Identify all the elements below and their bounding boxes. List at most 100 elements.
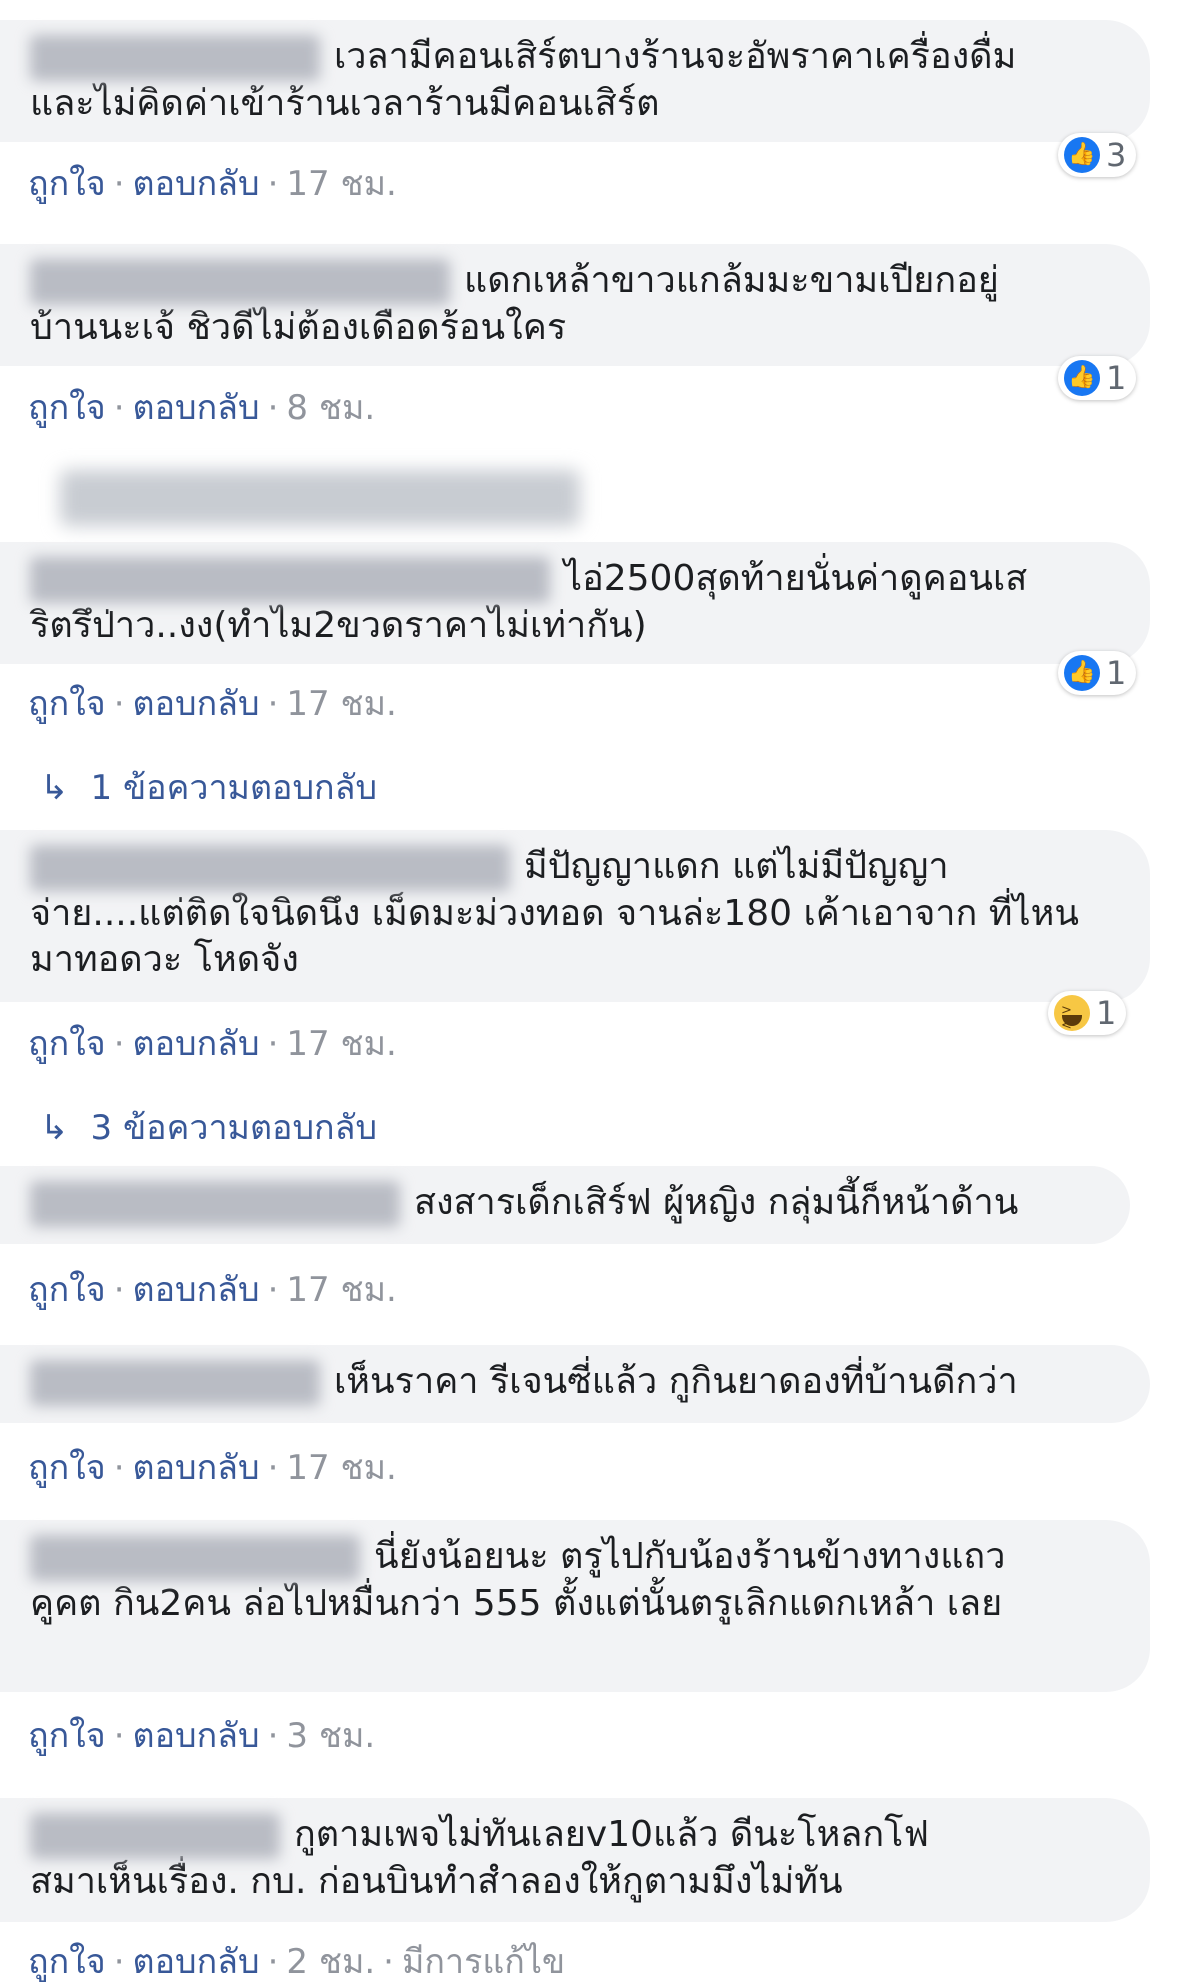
commenter-name-blurred[interactable] — [30, 1181, 400, 1227]
comment-actions: ถูกใจ · ตอบกลับ · 17 ชม. — [28, 1016, 397, 1070]
comment-text-line1: เวลามีคอนเสิร์ตบางร้านจะอัพราคาเครื่องดื… — [334, 36, 1017, 77]
comment-text: ริตรึป่าว..งง(ทำไม2ขวดราคาไม่เท่ากัน) — [30, 605, 647, 646]
comment-text-line1: แดกเหล้าขาวแกล้มมะขามเปียกอยู่ — [464, 260, 999, 301]
reply-link[interactable]: ตอบกลับ — [133, 164, 260, 204]
like-link[interactable]: ถูกใจ — [28, 1716, 106, 1756]
reaction-badge[interactable]: 👍 1 — [1058, 356, 1137, 400]
view-replies-link[interactable]: ↳ 1 ข้อความตอบกลับ — [40, 760, 377, 814]
like-link[interactable]: ถูกใจ — [28, 164, 106, 204]
thumbs-up-icon: 👍 — [1064, 655, 1100, 691]
separator: · — [267, 1270, 279, 1310]
reply-link[interactable]: ตอบกลับ — [133, 1716, 260, 1756]
comment-time[interactable]: 17 ชม. — [286, 1270, 396, 1310]
like-link[interactable]: ถูกใจ — [28, 1024, 106, 1064]
comment-text-line1: มีปัญญาแดก แต่ไม่มีปัญญา — [524, 846, 949, 887]
separator: · — [113, 388, 125, 428]
separator: · — [267, 1448, 279, 1488]
separator: · — [267, 388, 279, 428]
comment-time[interactable]: 8 ชม. — [286, 388, 375, 428]
comment-actions: ถูกใจ · ตอบกลับ · 8 ชม. — [28, 380, 375, 434]
separator: · — [113, 684, 125, 724]
like-link[interactable]: ถูกใจ — [28, 1942, 106, 1982]
view-replies-link[interactable]: ↳ 3 ข้อความตอบกลับ — [40, 1100, 377, 1154]
like-link[interactable]: ถูกใจ — [28, 1270, 106, 1310]
replies-count: 1 ข้อความตอบกลับ — [90, 768, 378, 808]
comment-actions: ถูกใจ · ตอบกลับ · 17 ชม. — [28, 1262, 397, 1316]
commenter-name-blurred[interactable] — [30, 845, 510, 891]
reply-link[interactable]: ตอบกลับ — [133, 1270, 260, 1310]
edited-label[interactable]: มีการแก้ไข — [402, 1942, 565, 1982]
reaction-badge[interactable]: 👍 3 — [1058, 133, 1137, 177]
separator: · — [113, 1024, 125, 1064]
comment-text-line1: สงสารเด็กเสิร์ฟ ผู้หญิง กลุ่มนี้ก็หน้าด้… — [414, 1182, 1019, 1223]
comment-actions: ถูกใจ · ตอบกลับ · 17 ชม. — [28, 156, 397, 210]
replies-count: 3 ข้อความตอบกลับ — [90, 1108, 378, 1148]
comment-bubble: มีปัญญาแดก แต่ไม่มีปัญญา จ่าย....แต่ติดใ… — [0, 830, 1150, 1002]
comment-time[interactable]: 17 ชม. — [286, 1024, 396, 1064]
comment-actions: ถูกใจ · ตอบกลับ · 2 ชม. · มีการแก้ไข — [28, 1934, 565, 1988]
reaction-count: 1 — [1106, 359, 1127, 397]
reply-arrow-icon: ↳ — [40, 1108, 69, 1148]
comment-time[interactable]: 17 ชม. — [286, 1448, 396, 1488]
comment-text: สมาเห็นเรื่อง. กบ. ก่อนบินทำสำลองให้กูตา… — [30, 1861, 843, 1902]
separator: · — [383, 1942, 394, 1982]
commenter-name-blurred[interactable] — [30, 1813, 280, 1859]
commenter-name-blurred[interactable] — [30, 259, 450, 305]
separator: · — [267, 1024, 279, 1064]
comment-text: และไม่คิดค่าเข้าร้านเวลาร้านมีคอนเสิร์ต — [30, 83, 660, 124]
comment-bubble: สงสารเด็กเสิร์ฟ ผู้หญิง กลุ่มนี้ก็หน้าด้… — [0, 1166, 1130, 1244]
comment-actions: ถูกใจ · ตอบกลับ · 3 ชม. — [28, 1708, 375, 1762]
reaction-count: 3 — [1106, 136, 1127, 174]
reply-link[interactable]: ตอบกลับ — [133, 1942, 260, 1982]
comment-bubble: เห็นราคา รีเจนซี่แล้ว กูกินยาดองที่บ้านด… — [0, 1345, 1150, 1423]
comment-time[interactable]: 2 ชม. — [286, 1942, 375, 1982]
commenter-name-blurred[interactable] — [30, 1535, 360, 1581]
blurred-text — [60, 470, 580, 526]
reply-link[interactable]: ตอบกลับ — [133, 1024, 260, 1064]
reply-link[interactable]: ตอบกลับ — [133, 1448, 260, 1488]
comment-text: บ้านนะเจ้ ชิวดีไม่ต้องเดือดร้อนใคร — [30, 307, 567, 348]
thumbs-up-icon: 👍 — [1064, 137, 1100, 173]
separator: · — [267, 1942, 279, 1982]
reaction-badge[interactable]: 👍 1 — [1058, 651, 1137, 695]
separator: · — [267, 1716, 279, 1756]
comment-bubble: เวลามีคอนเสิร์ตบางร้านจะอัพราคาเครื่องดื… — [0, 20, 1150, 142]
hidden-comment-blurred — [0, 470, 1200, 530]
reaction-count: 1 — [1096, 994, 1117, 1032]
comment-text: จ่าย....แต่ติดใจนิดนึง เม็ดมะม่วงทอด จาน… — [30, 893, 1079, 980]
separator: · — [113, 164, 125, 204]
comment-bubble: กูตามเพจไม่ทันเลยv10แล้ว ดีนะโหลกโฟ สมาเ… — [0, 1798, 1150, 1922]
haha-icon: >< — [1054, 995, 1090, 1031]
thumbs-up-icon: 👍 — [1064, 360, 1100, 396]
reply-link[interactable]: ตอบกลับ — [133, 388, 260, 428]
separator: · — [113, 1716, 125, 1756]
comment-text-line1: กูตามเพจไม่ทันเลยv10แล้ว ดีนะโหลกโฟ — [294, 1814, 929, 1855]
comment-actions: ถูกใจ · ตอบกลับ · 17 ชม. — [28, 1440, 397, 1494]
separator: · — [113, 1448, 125, 1488]
comment-text: คูคต กิน2คน ล่อไปหมื่นกว่า 555 ตั้งแต่นั… — [30, 1583, 1003, 1624]
comment-bubble: ไอ่2500สุดท้ายนั่นค่าดูคอนเส ริตรึป่าว..… — [0, 542, 1150, 664]
commenter-name-blurred[interactable] — [30, 557, 550, 603]
separator: · — [113, 1270, 125, 1310]
reply-link[interactable]: ตอบกลับ — [133, 684, 260, 724]
separator: · — [113, 1942, 125, 1982]
comment-bubble: แดกเหล้าขาวแกล้มมะขามเปียกอยู่ บ้านนะเจ้… — [0, 244, 1150, 366]
separator: · — [267, 684, 279, 724]
separator: · — [267, 164, 279, 204]
comment-text-line1: เห็นราคา รีเจนซี่แล้ว กูกินยาดองที่บ้านด… — [334, 1361, 1018, 1402]
comment-text-line1: นี่ยังน้อยนะ ตรูไปกับน้องร้านข้างทางแถว — [374, 1536, 1006, 1577]
comment-time[interactable]: 3 ชม. — [286, 1716, 375, 1756]
comment-text-line1: ไอ่2500สุดท้ายนั่นค่าดูคอนเส — [564, 558, 1028, 599]
commenter-name-blurred[interactable] — [30, 1360, 320, 1406]
reply-arrow-icon: ↳ — [40, 768, 69, 808]
reaction-count: 1 — [1106, 654, 1127, 692]
reaction-badge[interactable]: >< 1 — [1048, 991, 1127, 1035]
comment-time[interactable]: 17 ชม. — [286, 684, 396, 724]
comment-time[interactable]: 17 ชม. — [286, 164, 396, 204]
comment-actions: ถูกใจ · ตอบกลับ · 17 ชม. — [28, 676, 397, 730]
comment-bubble: นี่ยังน้อยนะ ตรูไปกับน้องร้านข้างทางแถว … — [0, 1520, 1150, 1692]
like-link[interactable]: ถูกใจ — [28, 1448, 106, 1488]
like-link[interactable]: ถูกใจ — [28, 388, 106, 428]
like-link[interactable]: ถูกใจ — [28, 684, 106, 724]
commenter-name-blurred[interactable] — [30, 35, 320, 81]
